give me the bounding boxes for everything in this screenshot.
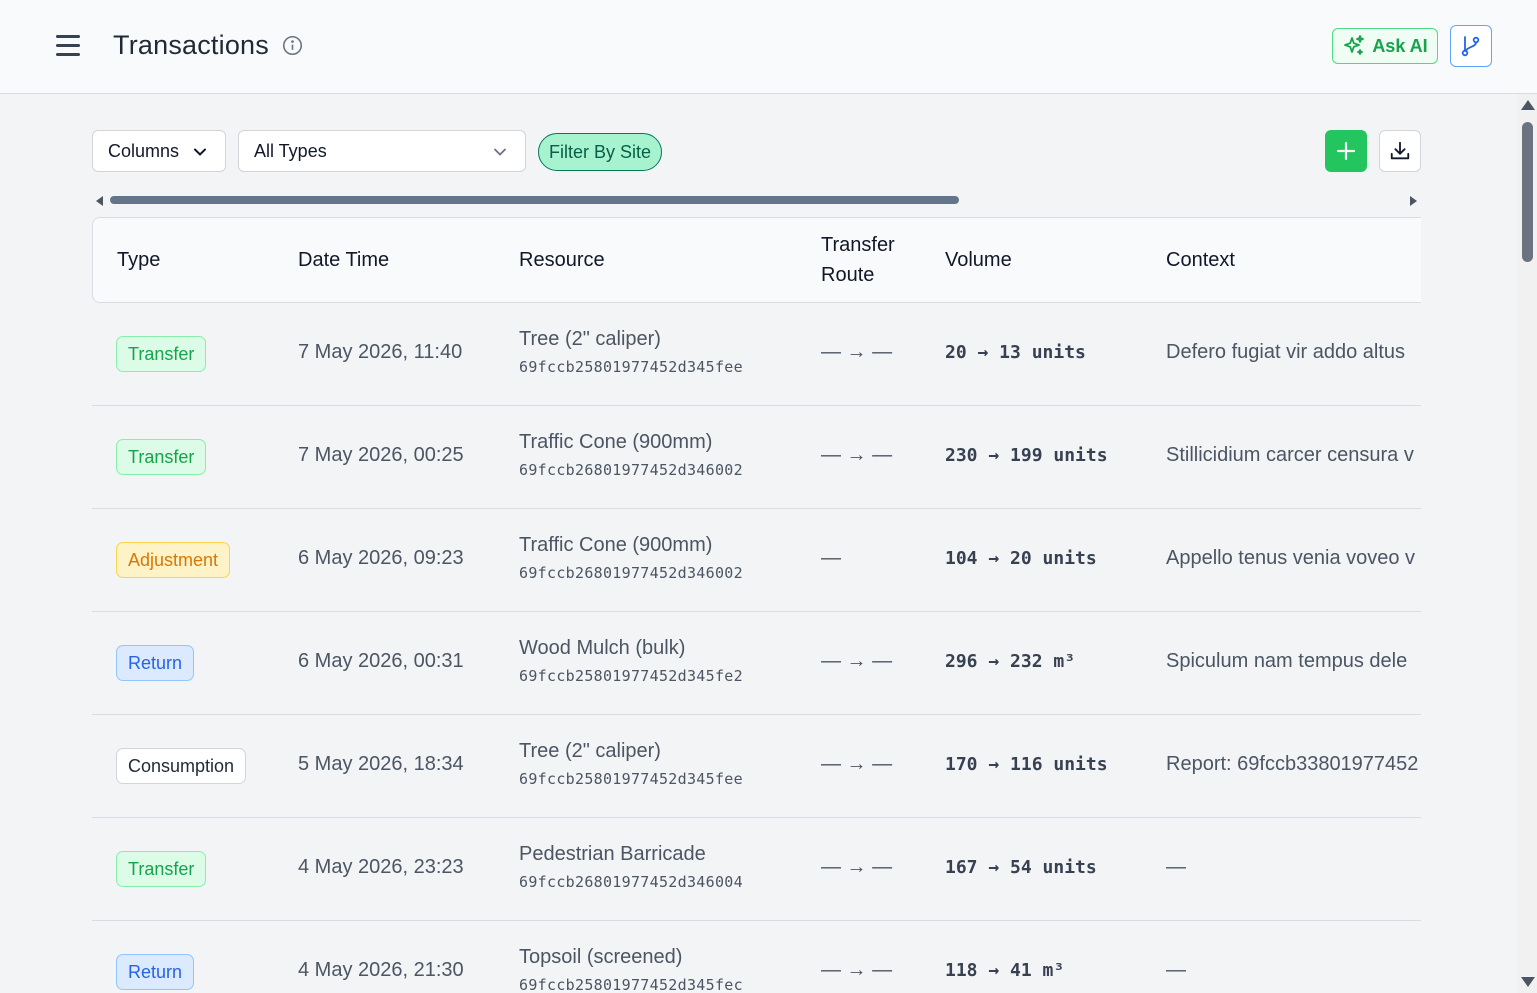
type-badge: Return bbox=[116, 954, 195, 990]
table-row[interactable]: Return 6 May 2026, 00:31 Wood Mulch (bulk)… bbox=[92, 612, 1421, 715]
context-cell: Spiculum nam tempus dele bbox=[1166, 650, 1408, 672]
type-badge: Consumption bbox=[116, 748, 247, 784]
resource-id: 69fccb25801977452d345fec bbox=[519, 976, 743, 993]
top-bar: Transactions Ask AI bbox=[0, 0, 1537, 94]
column-header-datetime[interactable]: Date Time bbox=[298, 245, 389, 275]
resource-name[interactable]: Pedestrian Barricade bbox=[519, 843, 706, 866]
volume-cell: 296 → 232 m³ bbox=[945, 651, 1076, 672]
column-header-route[interactable]: Route bbox=[821, 260, 874, 290]
volume-cell: 170 → 116 units bbox=[945, 754, 1108, 775]
type-badge: Adjustment bbox=[116, 542, 231, 578]
page-scrollbar[interactable] bbox=[1517, 94, 1537, 993]
columns-label: Columns bbox=[108, 140, 180, 161]
datetime-cell: 5 May 2026, 18:34 bbox=[298, 753, 464, 775]
datetime-cell: 7 May 2026, 00:25 bbox=[298, 444, 464, 466]
scroll-right-icon[interactable] bbox=[1410, 196, 1417, 206]
sparkle-icon bbox=[1344, 35, 1365, 55]
type-badge: Return bbox=[116, 645, 195, 681]
datetime-cell: 6 May 2026, 00:31 bbox=[298, 650, 464, 672]
table-row[interactable]: Return 4 May 2026, 21:30 Topsoil (screened… bbox=[92, 921, 1421, 993]
transfer-route-cell: — → — bbox=[821, 341, 893, 363]
context-cell: Report: 69fccb33801977452 bbox=[1166, 753, 1419, 775]
transfer-route-cell: — bbox=[821, 547, 841, 569]
resource-id: 69fccb25801977452d345fee bbox=[519, 358, 743, 376]
column-header-resource[interactable]: Resource bbox=[519, 245, 605, 275]
context-cell: Appello tenus venia voveo v bbox=[1166, 547, 1416, 569]
resource-name[interactable]: Tree (2" caliper) bbox=[519, 740, 661, 763]
scrollbar-thumb[interactable] bbox=[1522, 122, 1533, 262]
git-branch-icon bbox=[1461, 36, 1480, 57]
plus-icon bbox=[1336, 141, 1356, 161]
type-badge: Transfer bbox=[116, 851, 207, 887]
table-row[interactable]: Transfer 4 May 2026, 23:23 Pedestrian Barr… bbox=[92, 818, 1421, 921]
resource-name[interactable]: Traffic Cone (900mm) bbox=[519, 431, 712, 454]
table-row[interactable]: Transfer 7 May 2026, 00:25 Traffic Cone (9… bbox=[92, 406, 1421, 509]
branch-button[interactable] bbox=[1450, 25, 1492, 67]
datetime-cell: 6 May 2026, 09:23 bbox=[298, 547, 464, 569]
volume-cell: 167 → 54 units bbox=[945, 857, 1097, 878]
datetime-cell: 4 May 2026, 23:23 bbox=[298, 856, 464, 878]
column-header-type[interactable]: Type bbox=[117, 245, 160, 275]
resource-name[interactable]: Topsoil (screened) bbox=[519, 946, 682, 969]
context-cell: Defero fugiat vir addo altus bbox=[1166, 341, 1406, 363]
download-button[interactable] bbox=[1379, 130, 1421, 172]
transfer-route-cell: — → — bbox=[821, 650, 893, 672]
ask-ai-label: Ask AI bbox=[1372, 35, 1428, 56]
volume-cell: 230 → 199 units bbox=[945, 445, 1108, 466]
info-icon[interactable] bbox=[282, 35, 303, 56]
download-icon bbox=[1390, 141, 1410, 160]
transfer-route-cell: — → — bbox=[821, 444, 893, 466]
menu-icon[interactable] bbox=[52, 32, 84, 60]
filter-by-site-button[interactable]: Filter By Site bbox=[538, 133, 662, 171]
table-row[interactable]: Transfer 7 May 2026, 11:40 Tree (2" calipe… bbox=[92, 303, 1421, 406]
ask-ai-button[interactable]: Ask AI bbox=[1332, 28, 1438, 64]
column-header-context[interactable]: Context bbox=[1166, 245, 1235, 275]
volume-cell: 118 → 41 m³ bbox=[945, 960, 1065, 981]
columns-dropdown[interactable]: Columns bbox=[92, 130, 226, 172]
resource-name[interactable]: Tree (2" caliper) bbox=[519, 328, 661, 351]
table-row[interactable]: Consumption 5 May 2026, 18:34 Tree (2" cal… bbox=[92, 715, 1421, 818]
table-header: Type Date Time Resource Transfer Route V… bbox=[92, 217, 1421, 303]
resource-id: 69fccb26801977452d346004 bbox=[519, 873, 743, 891]
hscroll-thumb[interactable] bbox=[110, 196, 959, 204]
type-filter-value: All Types bbox=[254, 140, 327, 161]
volume-cell: 20 → 13 units bbox=[945, 342, 1086, 363]
transfer-route-cell: — → — bbox=[821, 753, 893, 775]
resource-id: 69fccb25801977452d345fee bbox=[519, 770, 743, 788]
resource-name[interactable]: Traffic Cone (900mm) bbox=[519, 534, 712, 557]
chevron-down-icon bbox=[194, 148, 206, 156]
page-title: Transactions bbox=[113, 30, 269, 60]
transfer-route-cell: — → — bbox=[821, 856, 893, 878]
type-filter-select[interactable]: All Types bbox=[238, 130, 526, 172]
context-cell: Stillicidium carcer censura v bbox=[1166, 444, 1414, 466]
context-cell: — bbox=[1166, 959, 1186, 981]
table-row[interactable]: Adjustment 6 May 2026, 09:23 Traffic Cone … bbox=[92, 509, 1421, 612]
add-transaction-button[interactable] bbox=[1325, 130, 1367, 172]
transfer-route-cell: — → — bbox=[821, 959, 893, 981]
scroll-down-icon[interactable] bbox=[1521, 977, 1535, 987]
resource-name[interactable]: Wood Mulch (bulk) bbox=[519, 637, 685, 660]
type-badge: Transfer bbox=[116, 336, 207, 372]
scroll-left-icon[interactable] bbox=[96, 196, 103, 206]
table-horizontal-scrollbar[interactable] bbox=[92, 192, 1421, 208]
resource-id: 69fccb26801977452d346002 bbox=[519, 461, 743, 479]
scroll-up-icon[interactable] bbox=[1521, 100, 1535, 110]
datetime-cell: 7 May 2026, 11:40 bbox=[298, 341, 463, 363]
volume-cell: 104 → 20 units bbox=[945, 548, 1097, 569]
transactions-table: Type Date Time Resource Transfer Route V… bbox=[92, 217, 1421, 993]
type-badge: Transfer bbox=[116, 439, 207, 475]
context-cell: — bbox=[1166, 856, 1186, 878]
column-header-transfer[interactable]: Transfer bbox=[821, 230, 895, 260]
column-header-volume[interactable]: Volume bbox=[945, 245, 1012, 275]
resource-id: 69fccb25801977452d345fe2 bbox=[519, 667, 743, 685]
resource-id: 69fccb26801977452d346002 bbox=[519, 564, 743, 582]
datetime-cell: 4 May 2026, 21:30 bbox=[298, 959, 464, 981]
chevron-down-icon bbox=[494, 148, 506, 156]
